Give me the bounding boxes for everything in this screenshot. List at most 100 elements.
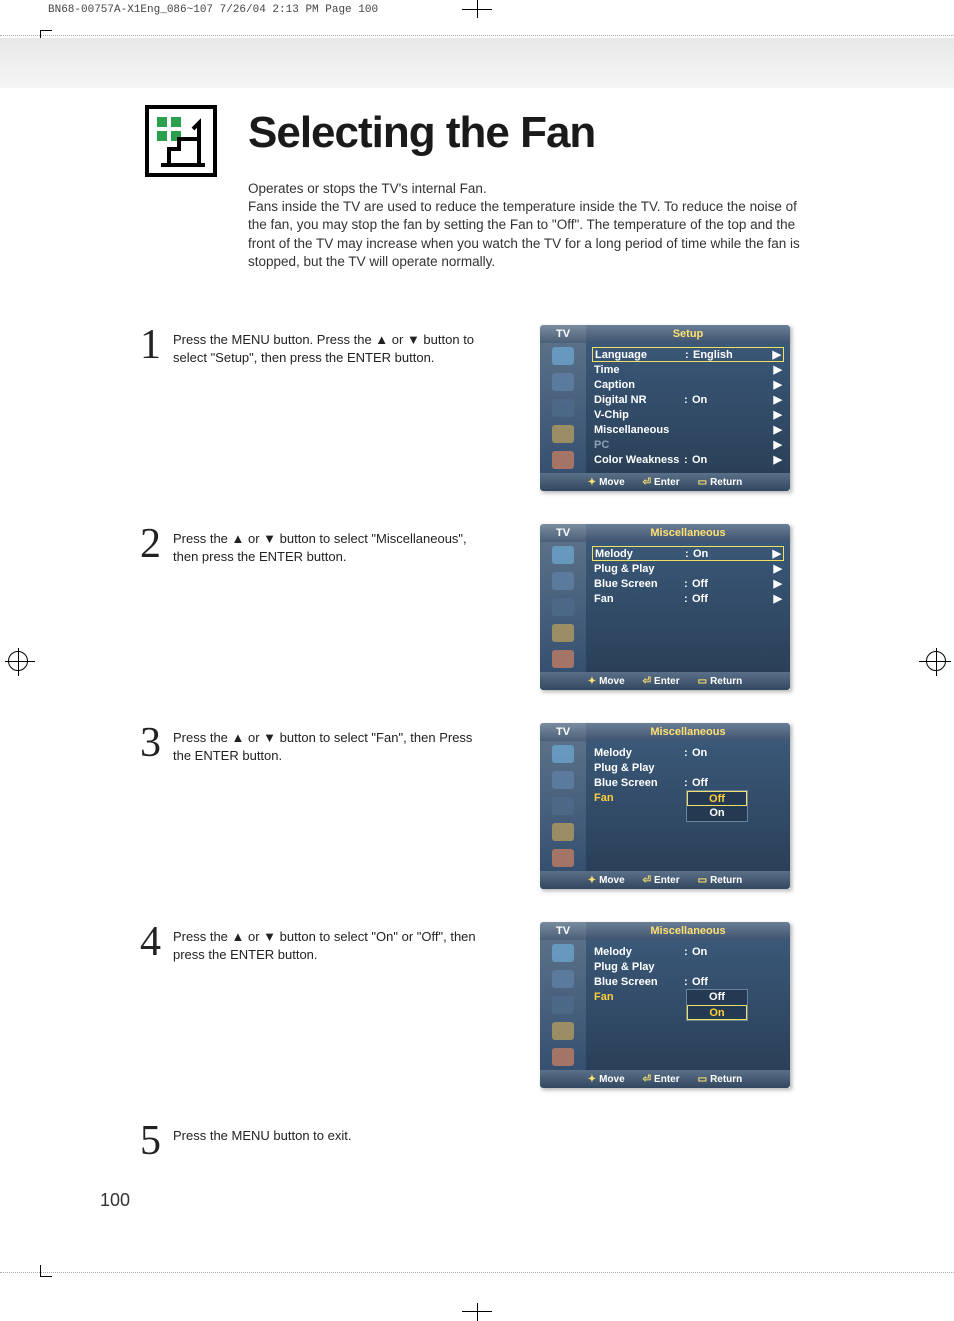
- cutline-bottom: [0, 1272, 954, 1273]
- sidebar-icon: [552, 598, 574, 616]
- osd-row-colon: :: [685, 548, 693, 560]
- step-number: 1: [140, 321, 161, 369]
- page-desc-body: Fans inside the TV are used to reduce th…: [248, 199, 800, 269]
- osd-menu-row: Color Weakness:On▶: [592, 452, 784, 467]
- chevron-right-icon: ▶: [771, 547, 781, 560]
- osd-menu-row: Digital NR:On▶: [592, 392, 784, 407]
- crop-mark-right: [914, 641, 954, 681]
- step-5: 5 Press the MENU button to exit.: [100, 1121, 870, 1161]
- osd-row-value: Off: [692, 593, 772, 605]
- osd-sidebar: [540, 741, 586, 871]
- osd-row-value: On: [692, 394, 772, 406]
- footer-return: Return: [710, 477, 742, 488]
- osd-title: Miscellaneous: [586, 524, 790, 542]
- step-text: Press the MENU button. Press the ▲ or ▼ …: [173, 331, 493, 366]
- osd-row-label: Blue Screen: [594, 976, 684, 988]
- osd-row-value: On: [693, 548, 771, 560]
- sidebar-icon: [552, 944, 574, 962]
- footer-move: Move: [599, 477, 625, 488]
- osd-title: Miscellaneous: [586, 922, 790, 940]
- osd-row-label: Blue Screen: [594, 578, 684, 590]
- step-3: 3 Press the ▲ or ▼ button to select "Fan…: [100, 723, 870, 898]
- osd-sidebar: [540, 343, 586, 473]
- osd-menu-list: Melody:OnPlug & PlayBlue Screen:OffFanOf…: [586, 741, 790, 871]
- osd-menu-list: Melody:On▶Plug & Play▶Blue Screen:Off▶Fa…: [586, 542, 790, 672]
- step-text: Press the ▲ or ▼ button to select "Misce…: [173, 530, 493, 565]
- osd-menu-row: Caption▶: [592, 377, 784, 392]
- sidebar-icon: [552, 1022, 574, 1040]
- sidebar-icon: [552, 823, 574, 841]
- chevron-right-icon: ▶: [772, 592, 782, 605]
- sidebar-icon: [552, 572, 574, 590]
- osd-menu-row: Fan:Off▶: [592, 591, 784, 606]
- crop-mark-top: [462, 0, 492, 20]
- osd-fan-dropdown: TV Miscellaneous Melody:OnPlug & PlayBlu…: [540, 723, 790, 889]
- osd-row-label: Fan: [594, 991, 684, 1003]
- osd-menu-row: Plug & Play: [592, 760, 784, 775]
- sidebar-icon: [552, 347, 574, 365]
- page-title: Selecting the Fan: [248, 108, 595, 158]
- sidebar-icon: [552, 399, 574, 417]
- step-number: 5: [140, 1117, 161, 1165]
- osd-row-label: Blue Screen: [594, 777, 684, 789]
- sidebar-icon: [552, 425, 574, 443]
- chevron-right-icon: ▶: [772, 393, 782, 406]
- sidebar-icon: [552, 970, 574, 988]
- osd-row-label: Melody: [594, 747, 684, 759]
- chevron-right-icon: ▶: [772, 577, 782, 590]
- sidebar-icon: [552, 849, 574, 867]
- osd-menu-row: Plug & Play: [592, 959, 784, 974]
- osd-footer: ✦Move ⏎Enter ▭Return: [540, 1070, 790, 1088]
- header-gradient: [0, 38, 954, 88]
- chevron-right-icon: ▶: [772, 378, 782, 391]
- footer-move: Move: [599, 1074, 625, 1085]
- osd-dropdown: OffOn: [686, 790, 748, 822]
- osd-row-label: Language: [595, 349, 685, 361]
- osd-tv-label: TV: [540, 524, 586, 542]
- chevron-right-icon: ▶: [772, 438, 782, 451]
- osd-sidebar: [540, 940, 586, 1070]
- osd-menu-row: Blue Screen:Off▶: [592, 576, 784, 591]
- osd-fan-select: TV Miscellaneous Melody:OnPlug & PlayBlu…: [540, 922, 790, 1088]
- sidebar-icon: [552, 650, 574, 668]
- osd-row-label: Color Weakness: [594, 454, 684, 466]
- osd-row-label: PC: [594, 439, 684, 451]
- step-text: Press the ▲ or ▼ button to select "On" o…: [173, 928, 493, 963]
- osd-row-colon: :: [684, 454, 692, 466]
- osd-row-value: On: [692, 946, 782, 958]
- chevron-right-icon: ▶: [771, 348, 781, 361]
- sidebar-icon: [552, 451, 574, 469]
- osd-row-value: English: [693, 349, 771, 361]
- osd-menu-row: Blue Screen:Off: [592, 974, 784, 989]
- osd-tv-label: TV: [540, 922, 586, 940]
- sidebar-icon: [552, 546, 574, 564]
- osd-menu-row: V-Chip▶: [592, 407, 784, 422]
- osd-menu-row: Melody:On: [592, 745, 784, 760]
- osd-footer: ✦Move ⏎Enter ▭Return: [540, 672, 790, 690]
- step-2: 2 Press the ▲ or ▼ button to select "Mis…: [100, 524, 870, 699]
- footer-return: Return: [710, 676, 742, 687]
- osd-row-value: Off: [692, 777, 782, 789]
- osd-misc: TV Miscellaneous Melody:On▶Plug & Play▶B…: [540, 524, 790, 690]
- osd-dropdown-option: Off: [687, 990, 747, 1005]
- osd-menu-row: Melody:On▶: [592, 546, 784, 561]
- osd-row-label: Plug & Play: [594, 961, 684, 973]
- osd-title: Miscellaneous: [586, 723, 790, 741]
- osd-menu-list: Melody:OnPlug & PlayBlue Screen:OffFanOf…: [586, 940, 790, 1070]
- osd-row-value: Off: [692, 976, 782, 988]
- osd-menu-row: Plug & Play▶: [592, 561, 784, 576]
- chevron-right-icon: ▶: [772, 363, 782, 376]
- osd-footer: ✦Move ⏎Enter ▭Return: [540, 871, 790, 889]
- osd-setup: TV Setup Language:English▶Time▶Caption▶D…: [540, 325, 790, 491]
- page-icon: [145, 105, 217, 177]
- osd-dropdown: OffOn: [686, 989, 748, 1021]
- osd-menu-row: PC ▶: [592, 437, 784, 452]
- footer-enter: Enter: [654, 1074, 680, 1085]
- footer-enter: Enter: [654, 676, 680, 687]
- osd-row-label: Time: [594, 364, 684, 376]
- sidebar-icon: [552, 1048, 574, 1066]
- osd-row-colon: :: [684, 747, 692, 759]
- osd-row-colon: :: [684, 593, 692, 605]
- osd-row-colon: :: [684, 394, 692, 406]
- step-1: 1 Press the MENU button. Press the ▲ or …: [100, 325, 870, 500]
